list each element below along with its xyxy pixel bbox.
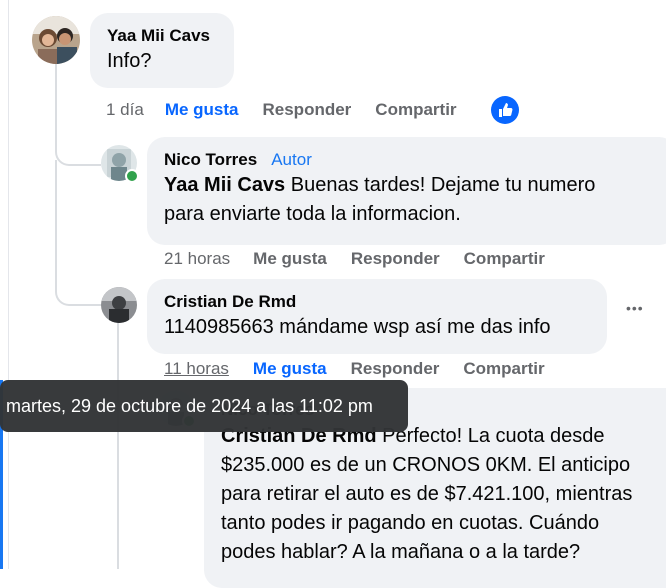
like-button[interactable]: Me gusta <box>253 249 327 269</box>
comment-timestamp[interactable]: 21 horas <box>164 249 230 269</box>
comment-text: Info? <box>107 50 152 72</box>
comment-text: 1140985663 mándame wsp así me das info <box>164 316 551 338</box>
comment-actions: 1 día Me gusta Responder Compartir <box>106 100 457 120</box>
comment-timestamp[interactable]: 1 día <box>106 100 144 120</box>
comment-bubble: Nico Torres Autor Yaa Mii Cavs Buenas tar… <box>147 137 666 245</box>
comment-text-line: para retirar el auto es de $7.421.100, m… <box>221 483 633 505</box>
comment-actions: 11 horas Me gusta Responder Compartir <box>164 359 545 379</box>
comment-actions: 21 horas Me gusta Responder Compartir <box>164 249 545 269</box>
comment-text-line: $235.000 es de un CRONOS 0KM. El anticip… <box>221 454 631 476</box>
comment-text-line: Buenas tardes! Dejame tu numero <box>290 174 596 196</box>
thread-line <box>55 160 101 306</box>
comment-timestamp[interactable]: 11 horas <box>164 359 229 379</box>
comment-bubble: Cristian De Rmd 1140985663 mándame wsp a… <box>147 279 607 354</box>
timestamp-tooltip: martes, 29 de octubre de 2024 a las 11:0… <box>0 380 408 432</box>
share-button[interactable]: Compartir <box>463 359 544 379</box>
like-button[interactable]: Me gusta <box>253 359 327 379</box>
online-status-indicator <box>125 169 139 183</box>
comment-header: Nico Torres Autor <box>164 150 666 170</box>
thumbs-up-icon[interactable] <box>491 96 519 124</box>
comment-author[interactable]: Cristian De Rmd <box>164 292 607 312</box>
share-button[interactable]: Compartir <box>375 100 456 120</box>
comment-text-line: podes hablar? A la mañana o a la tarde? <box>221 541 581 563</box>
comment-text-line: tanto podes ir pagando en cuotas. Cuándo <box>221 512 600 534</box>
avatar[interactable] <box>32 16 80 64</box>
comment-text-line: para enviarte toda la informacion. <box>164 203 461 225</box>
reply-button[interactable]: Responder <box>351 359 440 379</box>
more-options-button[interactable]: ••• <box>626 300 644 316</box>
author-badge: Autor <box>271 150 312 169</box>
thread-line <box>117 322 121 569</box>
comment-bubble: Yaa Mii Cavs Info? <box>90 13 234 88</box>
comment-text-line: Perfecto! La cuota desde <box>382 425 605 447</box>
reply-button[interactable]: Responder <box>263 100 352 120</box>
reply-button[interactable]: Responder <box>351 249 440 269</box>
like-button[interactable]: Me gusta <box>165 100 239 120</box>
comment-text: Yaa Mii Cavs Buenas tardes! Dejame tu nu… <box>164 171 666 200</box>
mention-link[interactable]: Yaa Mii Cavs <box>164 174 285 196</box>
avatar[interactable] <box>101 287 137 323</box>
comment-author[interactable]: Yaa Mii Cavs <box>107 26 234 46</box>
comment-author[interactable]: Nico Torres <box>164 150 257 169</box>
share-button[interactable]: Compartir <box>464 249 545 269</box>
